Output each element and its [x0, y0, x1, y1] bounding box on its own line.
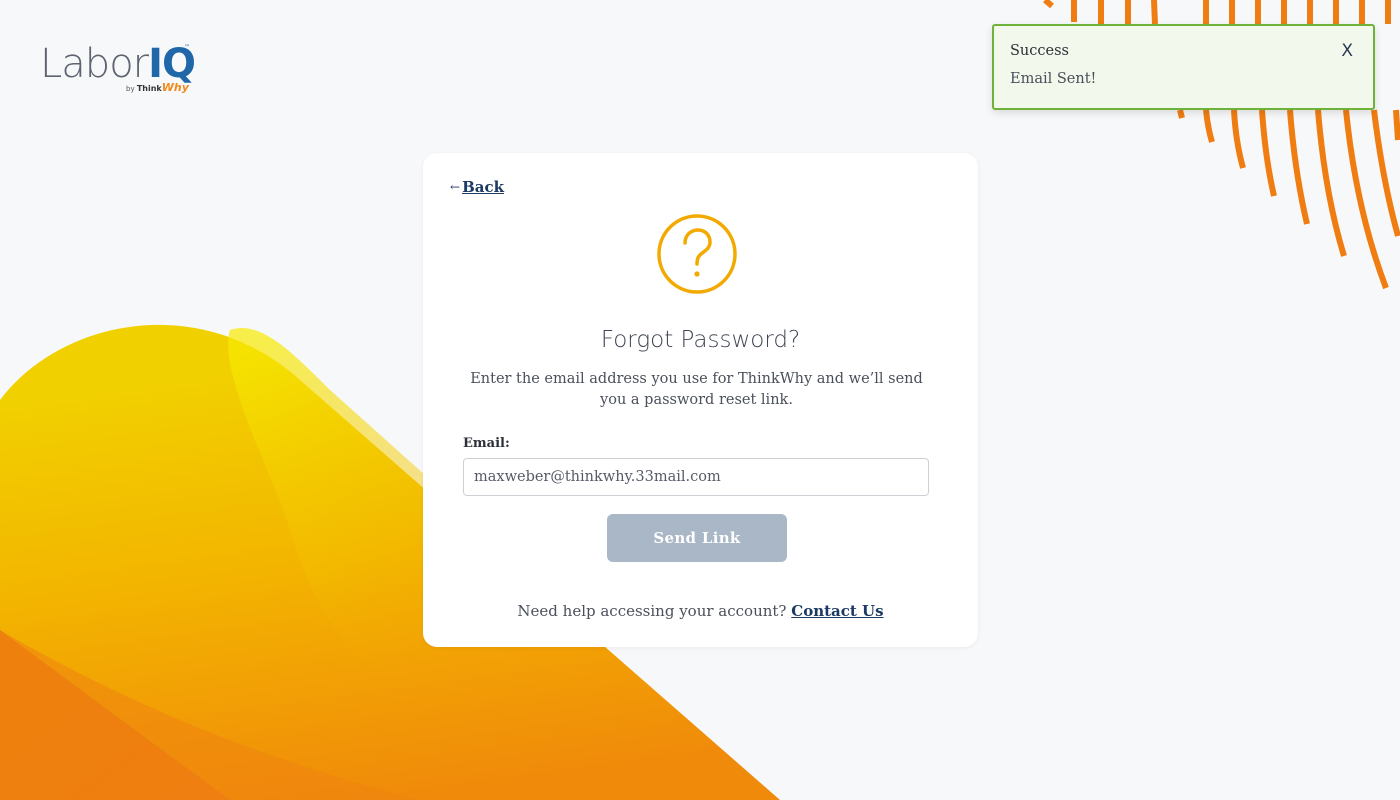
toast-message: Email Sent!	[1010, 71, 1097, 87]
send-link-button[interactable]: Send Link	[607, 514, 787, 562]
logo-think-text: Think	[136, 84, 162, 93]
close-icon[interactable]: X	[1341, 41, 1353, 61]
email-field[interactable]	[463, 458, 929, 496]
help-text: Need help accessing your account?	[517, 602, 787, 620]
laboriq-logo: LaborIQ ™ by ThinkWhy	[40, 40, 200, 104]
back-link[interactable]: ← Back	[450, 178, 504, 196]
page-title: Forgot Password?	[600, 327, 801, 353]
logo-why-text: Why	[161, 81, 189, 94]
help-line: Need help accessing your account? Contac…	[423, 602, 978, 620]
contact-us-link[interactable]: Contact Us	[791, 602, 883, 620]
logo-by-text: by	[126, 85, 135, 93]
back-link-label: Back	[462, 178, 504, 196]
question-circle-icon	[657, 214, 737, 294]
logo-byline: by ThinkWhy	[126, 81, 189, 94]
back-arrow-icon: ←	[450, 180, 461, 194]
toast-title: Success	[1010, 43, 1069, 59]
page-description: Enter the email address you use for Thin…	[470, 371, 923, 408]
forgot-password-card: ← Back Forgot Password? Enter the email …	[423, 153, 978, 647]
logo-trademark: ™	[184, 44, 190, 51]
email-label: Email:	[463, 436, 510, 451]
success-toast: Success Email Sent! X	[992, 24, 1375, 110]
